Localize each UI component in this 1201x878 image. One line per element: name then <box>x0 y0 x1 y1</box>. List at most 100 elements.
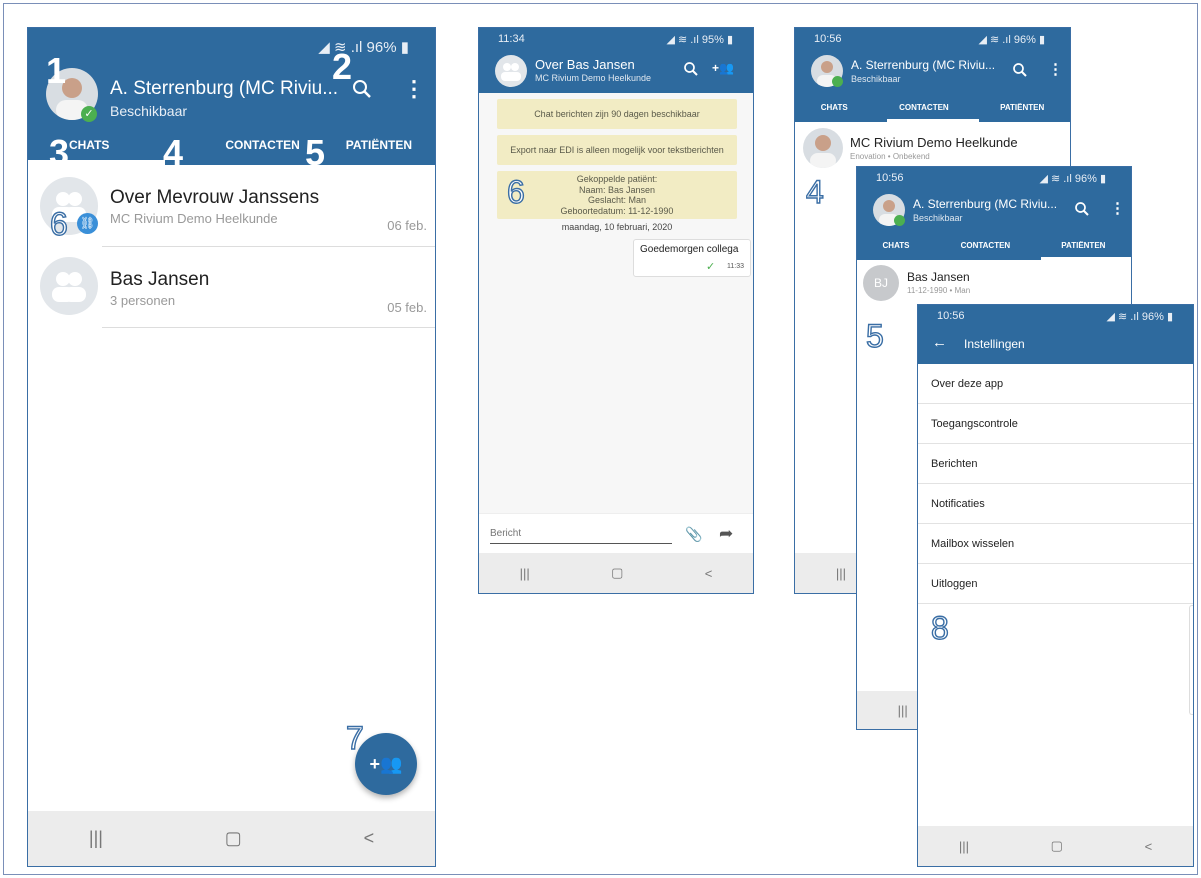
system-nav-bar: ||| ▢ < <box>918 826 1193 866</box>
phone-chat-detail: 11:34 ◢ ≋ .ıl 95% ▮ Over Bas Jansen MC R… <box>478 27 754 594</box>
read-check-icon: ✓ <box>706 261 716 273</box>
contact-sub: Enovation • Onbekend <box>850 152 930 161</box>
annotation-8: 8 <box>930 610 949 646</box>
tab-patienten[interactable]: PATIËNTEN <box>346 138 412 152</box>
menu-item-berichten[interactable]: Berichten <box>918 444 1193 484</box>
tab-patienten[interactable]: PATIËNTEN <box>1061 241 1105 250</box>
annotation-2: 2 <box>332 46 353 87</box>
message-bubble[interactable]: Goedemorgen collega ✓ 11:33 <box>633 239 751 277</box>
tab-patienten[interactable]: PATIËNTEN <box>1000 103 1044 112</box>
status-bar: ◢ ≋ .ıl 95% ▮ <box>666 34 733 46</box>
menu-item-uitloggen[interactable]: Uitloggen <box>918 564 1193 604</box>
search-icon[interactable] <box>683 61 699 82</box>
phone-settings: 10:56 ◢ ≋ .ıl 96% ▮ ← Instellingen Over … <box>917 304 1194 867</box>
export-banner: Export naar EDI is alleen mogelijk voor … <box>497 135 737 165</box>
available-check-icon: ✓ <box>81 106 97 122</box>
message-input-bar: 📎 ➦ <box>479 513 753 555</box>
back-icon[interactable]: < <box>705 566 713 581</box>
chat-subtitle: MC Rivium Demo Heelkunde <box>535 73 652 83</box>
page-title: Instellingen <box>964 337 1025 351</box>
status-time: 11:34 <box>498 33 525 45</box>
more-menu-icon[interactable]: ⋮ <box>1110 199 1125 217</box>
send-icon[interactable]: ➦ <box>719 524 733 544</box>
annotation-5-patients: 5 <box>865 318 884 354</box>
home-icon[interactable]: ▢ <box>1051 838 1063 854</box>
annotation-1: 1 <box>46 50 67 91</box>
patient-initials-avatar: BJ <box>863 265 899 301</box>
status-bar: ◢ ≋ .ıl 96% ▮ <box>978 34 1045 46</box>
status-time: 10:56 <box>937 310 965 322</box>
available-check-icon <box>894 215 905 226</box>
add-group-icon: +👥 <box>369 754 403 774</box>
tab-chats[interactable]: CHATS <box>69 138 109 152</box>
chat-area: Chat berichten zijn 90 dagen beschikbaar… <box>479 93 753 513</box>
tab-bar: CHATS CONTACTEN PATIËNTEN <box>795 103 1070 112</box>
recent-apps-icon[interactable]: ||| <box>959 839 969 854</box>
annotation-6-chat: 6 <box>506 174 525 210</box>
person-photo-icon <box>810 135 836 168</box>
search-icon[interactable] <box>1012 62 1028 83</box>
annotation-7: 7 <box>345 720 364 756</box>
search-icon[interactable] <box>1074 201 1090 222</box>
home-icon[interactable]: ▢ <box>611 565 623 581</box>
user-name: A. Sterrenburg (MC Riviu... <box>913 197 1058 211</box>
tab-contacten[interactable]: CONTACTEN <box>899 103 949 112</box>
back-icon[interactable]: < <box>364 828 375 849</box>
group-icon <box>501 63 521 81</box>
menu-item-mailbox-wisselen[interactable]: Mailbox wisselen <box>918 524 1193 564</box>
menu-item-toegangscontrole[interactable]: Toegangscontrole <box>918 404 1193 444</box>
status-time: 10:56 <box>814 33 842 45</box>
back-icon[interactable]: < <box>1145 839 1153 854</box>
system-nav-bar: ||| ▢ < <box>479 553 753 593</box>
group-avatar <box>495 55 527 87</box>
recent-apps-icon[interactable]: ||| <box>89 828 103 849</box>
scrollbar[interactable] <box>1189 605 1193 715</box>
menu-item-over-deze-app[interactable]: Over deze app <box>918 364 1193 404</box>
app-header: 10:56 ◢ ≋ .ıl 96% ▮ A. Sterrenburg (MC R… <box>795 28 1070 122</box>
tab-chats[interactable]: CHATS <box>883 241 910 250</box>
patient-sub: 11-12-1990 • Man <box>907 286 971 295</box>
status-bar: ◢ ≋ .ıl 96% ▮ <box>1039 173 1106 185</box>
group-icon <box>52 272 86 302</box>
search-icon[interactable] <box>351 78 373 105</box>
user-name: A. Sterrenburg (MC Riviu... <box>110 78 339 99</box>
more-menu-icon[interactable]: ⋮ <box>1048 60 1063 78</box>
list-item[interactable]: BJ Bas Jansen 11-12-1990 • Man <box>857 260 1131 308</box>
user-name: A. Sterrenburg (MC Riviu... <box>851 58 996 72</box>
list-item[interactable]: Bas Jansen 3 personen 05 feb. <box>28 247 435 328</box>
list-item[interactable]: ⛓ Over Mevrouw Janssens MC Rivium Demo H… <box>28 165 435 247</box>
add-participant-icon[interactable]: +👥 <box>712 61 734 75</box>
app-header: 11:34 ◢ ≋ .ıl 95% ▮ Over Bas Jansen MC R… <box>479 28 753 93</box>
menu-item-notificaties[interactable]: Notificaties <box>918 484 1193 524</box>
message-input[interactable] <box>490 524 672 544</box>
patient-name: Bas Jansen <box>907 270 970 284</box>
recent-apps-icon[interactable]: ||| <box>898 703 908 718</box>
tab-chats[interactable]: CHATS <box>821 103 848 112</box>
home-icon[interactable]: ▢ <box>225 828 242 849</box>
attach-icon[interactable]: 📎 <box>685 526 702 543</box>
battery-icon: ▮ <box>400 39 409 56</box>
chat-title: Over Bas Jansen <box>535 57 635 72</box>
tab-bar: CHATS CONTACTEN PATIËNTEN <box>28 138 435 152</box>
annotation-5: 5 <box>305 132 326 173</box>
tab-contacten[interactable]: CONTACTEN <box>225 138 299 152</box>
linked-patient-banner: Gekoppelde patiënt: Naam: Bas Jansen Ges… <box>497 171 737 219</box>
system-nav-bar: ||| ▢ < <box>28 811 435 866</box>
more-menu-icon[interactable]: ⋮ <box>403 76 425 102</box>
chat-title: Bas Jansen <box>110 269 210 290</box>
available-check-icon <box>832 76 843 87</box>
group-avatar <box>40 257 98 315</box>
recent-apps-icon[interactable]: ||| <box>836 566 846 581</box>
annotation-6: 6 <box>49 206 68 242</box>
new-chat-fab[interactable]: +👥 <box>355 733 417 795</box>
recent-apps-icon[interactable]: ||| <box>520 566 530 581</box>
chat-date: 06 feb. <box>387 218 427 233</box>
annotation-4-contacts: 4 <box>805 174 824 210</box>
status-time: 10:56 <box>876 172 904 184</box>
back-arrow-icon[interactable]: ← <box>932 334 947 351</box>
date-separator: maandag, 10 februari, 2020 <box>561 222 673 232</box>
contact-avatar <box>803 128 843 168</box>
tab-contacten[interactable]: CONTACTEN <box>961 241 1011 250</box>
message-time: 11:33 <box>727 263 744 270</box>
user-status: Beschikbaar <box>851 74 901 84</box>
